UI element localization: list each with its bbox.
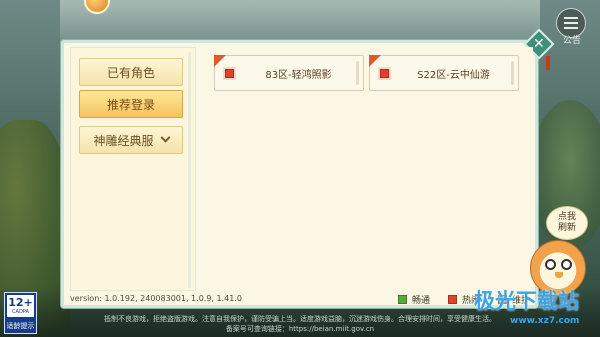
tab-label: 推荐登录 (106, 97, 155, 112)
tab-existing-characters[interactable]: 已有角色 (79, 58, 183, 86)
age-rating-badge[interactable]: 12+ CADPA 适龄提示 (4, 292, 37, 334)
server-name: 83区-轻鸿照影 (265, 69, 332, 81)
scroll-icon (564, 17, 578, 29)
recommend-corner-tag (214, 55, 226, 67)
card-rail (511, 61, 514, 85)
age-label: 适龄提示 (6, 322, 35, 330)
legend-smooth: 畅通 (398, 293, 430, 306)
tab-recommended-login[interactable]: 推荐登录 (79, 90, 183, 118)
version-text: version: 1.0.192, 240083001, 1.0.9, 1.41… (70, 294, 242, 303)
recommend-corner-tag (369, 55, 381, 67)
server-status-icon (380, 68, 389, 78)
sidebar-scrollbar[interactable] (188, 52, 191, 288)
watermark-brand: 极光下载站 (474, 290, 579, 313)
tab-label: 神雕经典服 (93, 133, 154, 148)
mascot-eye (561, 259, 572, 270)
health-notice: 抵制不良游戏，拒绝盗版游戏。注意自我保护，谨防受骗上当。适度游戏益脑，沉迷游戏伤… (50, 314, 550, 334)
server-category-sidebar: 已有角色 推荐登录 神雕经典服 (70, 47, 196, 291)
age-number: 12+ (8, 296, 33, 309)
mascot-eye (545, 259, 556, 270)
tab-classic-servers[interactable]: 神雕经典服 (79, 126, 183, 154)
status-swatch-green (398, 295, 407, 304)
server-status-icon (225, 68, 234, 78)
refresh-button[interactable]: 点我 刷新 (546, 206, 588, 240)
server-card[interactable]: 83区-轻鸿照影 (214, 55, 364, 91)
chevron-down-icon (160, 132, 170, 143)
server-list: 83区-轻鸿照影 S22区-云中仙游 (206, 47, 533, 291)
mascot-beak (555, 272, 563, 278)
refresh-line: 点我 (557, 212, 576, 222)
age-org: CADPA (12, 309, 29, 315)
card-rail (356, 61, 359, 85)
refresh-line: 刷新 (557, 223, 576, 233)
server-card[interactable]: S22区-云中仙游 (369, 55, 519, 91)
announcement-label: 公告 (562, 36, 581, 46)
age-rating-box: 12+ CADPA (7, 295, 34, 317)
server-name: S22区-云中仙游 (417, 69, 490, 81)
close-icon: ✕ (533, 35, 545, 52)
tab-label: 已有角色 (106, 65, 155, 80)
legend-label: 畅通 (412, 296, 431, 306)
icp-notice-line: 备案号可查询链接：https://beian.miit.gov.cn (225, 325, 375, 333)
panel-footer: version: 1.0.192, 240083001, 1.0.9, 1.41… (70, 294, 535, 306)
tassel-decoration (546, 56, 550, 70)
status-swatch-red (448, 295, 457, 304)
watermark-url: www.xz7.com (510, 316, 580, 326)
health-notice-line: 抵制不良游戏，拒绝盗版游戏。注意自我保护，谨防受骗上当。适度游戏益脑，沉迷游戏伤… (104, 315, 496, 323)
